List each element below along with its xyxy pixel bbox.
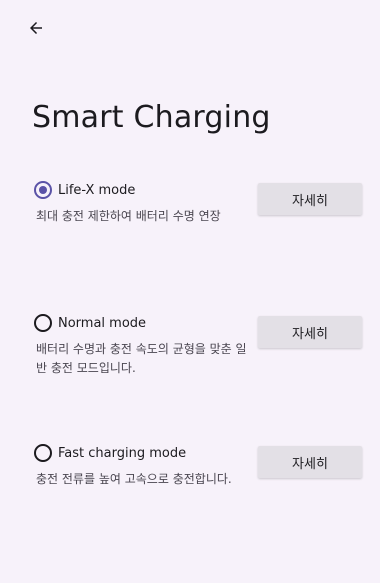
page-title: Smart Charging bbox=[32, 100, 271, 135]
details-button[interactable]: 자세히 bbox=[258, 446, 362, 478]
radio-button-unchecked[interactable] bbox=[34, 444, 52, 462]
mode-description: 배터리 수명과 충전 속도의 균형을 맞춘 일반 충전 모드입니다. bbox=[36, 342, 247, 375]
mode-label: Normal mode bbox=[58, 315, 147, 331]
option-life-x-mode: Life-X mode 최대 충전 제한하여 배터리 수명 연장 자세히 bbox=[34, 181, 364, 261]
arrow-left-icon bbox=[30, 22, 42, 34]
option-fast-charging-mode: Fast charging mode 충전 전류를 높여 고속으로 충전합니다.… bbox=[34, 444, 364, 524]
details-button[interactable]: 자세히 bbox=[258, 316, 362, 348]
radio-dot bbox=[39, 186, 47, 194]
details-button[interactable]: 자세히 bbox=[258, 183, 362, 215]
back-button[interactable] bbox=[22, 14, 50, 42]
mode-label: Life-X mode bbox=[58, 182, 136, 198]
radio-button-checked[interactable] bbox=[34, 181, 52, 199]
mode-description: 최대 충전 제한하여 배터리 수명 연장 bbox=[36, 209, 221, 223]
option-normal-mode: Normal mode 배터리 수명과 충전 속도의 균형을 맞춘 일반 충전 … bbox=[34, 314, 364, 394]
mode-description: 충전 전류를 높여 고속으로 충전합니다. bbox=[36, 472, 232, 486]
radio-button-unchecked[interactable] bbox=[34, 314, 52, 332]
mode-label: Fast charging mode bbox=[58, 445, 187, 461]
